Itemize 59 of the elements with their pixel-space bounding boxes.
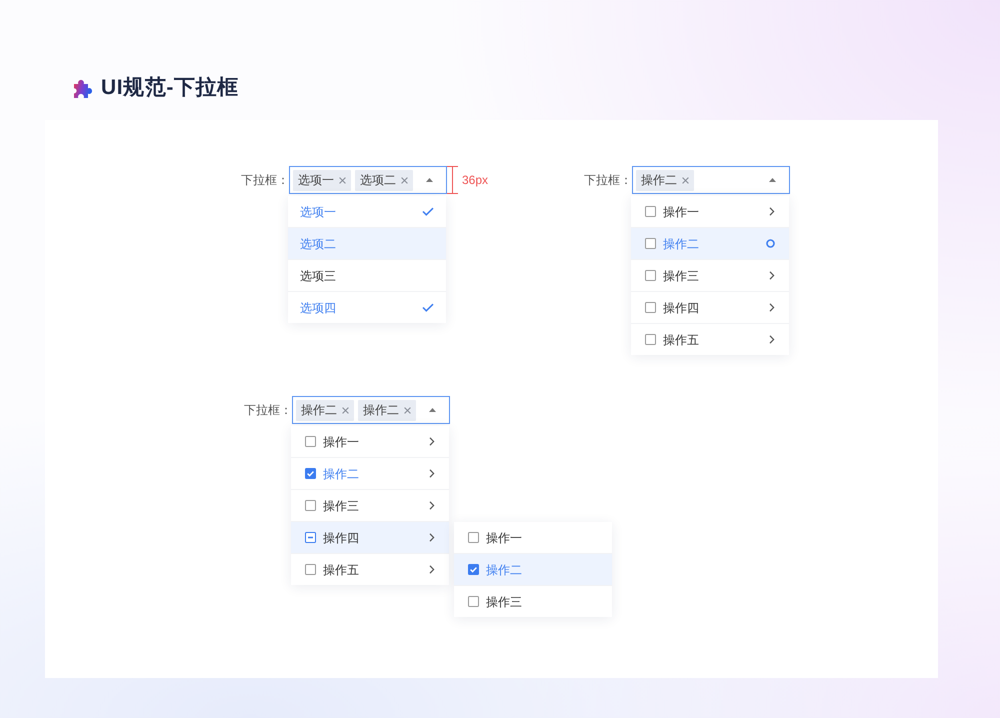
chevron-right-icon (429, 533, 435, 542)
checkbox[interactable] (645, 302, 656, 313)
field-label: 下拉框： (241, 172, 289, 188)
menu-item[interactable]: 操作五 (291, 554, 449, 585)
select-field[interactable]: 操作二 操作二 (292, 396, 450, 424)
selected-tag[interactable]: 操作二 (358, 400, 416, 420)
menu-item[interactable]: 操作二 (631, 228, 789, 259)
selected-tag[interactable]: 选项一 (293, 170, 351, 190)
field-label: 下拉框： (584, 172, 632, 188)
close-icon[interactable] (404, 406, 411, 414)
selected-tag[interactable]: 选项二 (355, 170, 413, 190)
menu-item[interactable]: 操作一 (454, 522, 612, 553)
checkbox[interactable] (468, 596, 479, 607)
field-label: 下拉框： (244, 402, 292, 418)
chevron-right-icon (769, 207, 775, 216)
chevron-right-icon (429, 469, 435, 478)
checkbox[interactable] (305, 500, 316, 511)
checkbox[interactable] (305, 564, 316, 575)
dimension-label: 36px (462, 172, 488, 188)
menu-item[interactable]: 操作四 (631, 292, 789, 323)
menu-item[interactable]: 操作五 (631, 324, 789, 355)
selected-tag[interactable]: 操作二 (636, 170, 694, 190)
checkbox[interactable] (645, 238, 656, 249)
checkbox[interactable] (645, 334, 656, 345)
menu-item[interactable]: 操作四 (291, 522, 449, 553)
puzzle-icon (72, 78, 93, 98)
menu-item[interactable]: 操作一 (291, 426, 449, 457)
select-field[interactable]: 操作二 (632, 166, 790, 194)
selected-tag[interactable]: 操作二 (296, 400, 354, 420)
menu-item[interactable]: 操作三 (631, 260, 789, 291)
checkbox[interactable] (305, 468, 316, 479)
menu-item[interactable]: 操作二 (291, 458, 449, 489)
chevron-right-icon (429, 565, 435, 574)
close-icon[interactable] (342, 406, 349, 414)
checkbox[interactable] (645, 206, 656, 217)
page-title: UI规范-下拉框 (101, 76, 239, 100)
checkbox[interactable] (645, 270, 656, 281)
close-icon[interactable] (401, 176, 408, 184)
select-field[interactable]: 选项一 选项二 (289, 166, 447, 194)
menu-item[interactable]: 操作一 (631, 196, 789, 227)
chevron-right-icon (429, 501, 435, 510)
checkbox[interactable] (468, 564, 479, 575)
chevron-right-icon (769, 303, 775, 312)
close-icon[interactable] (339, 176, 346, 184)
checkbox[interactable] (305, 532, 316, 543)
menu-item[interactable]: 操作三 (291, 490, 449, 521)
checkbox[interactable] (305, 436, 316, 447)
menu-item[interactable]: 选项三 (288, 260, 446, 291)
menu-item[interactable]: 选项四 (288, 292, 446, 323)
close-icon[interactable] (682, 176, 689, 184)
checkbox[interactable] (468, 532, 479, 543)
chevron-right-icon (769, 271, 775, 280)
menu-item[interactable]: 操作三 (454, 586, 612, 617)
chevron-right-icon (769, 335, 775, 344)
dimension-bracket-icon (447, 166, 459, 194)
menu-item[interactable]: 选项一 (288, 196, 446, 227)
chevron-right-icon (429, 437, 435, 446)
ring-icon (766, 239, 775, 248)
menu-item[interactable]: 操作二 (454, 554, 612, 585)
